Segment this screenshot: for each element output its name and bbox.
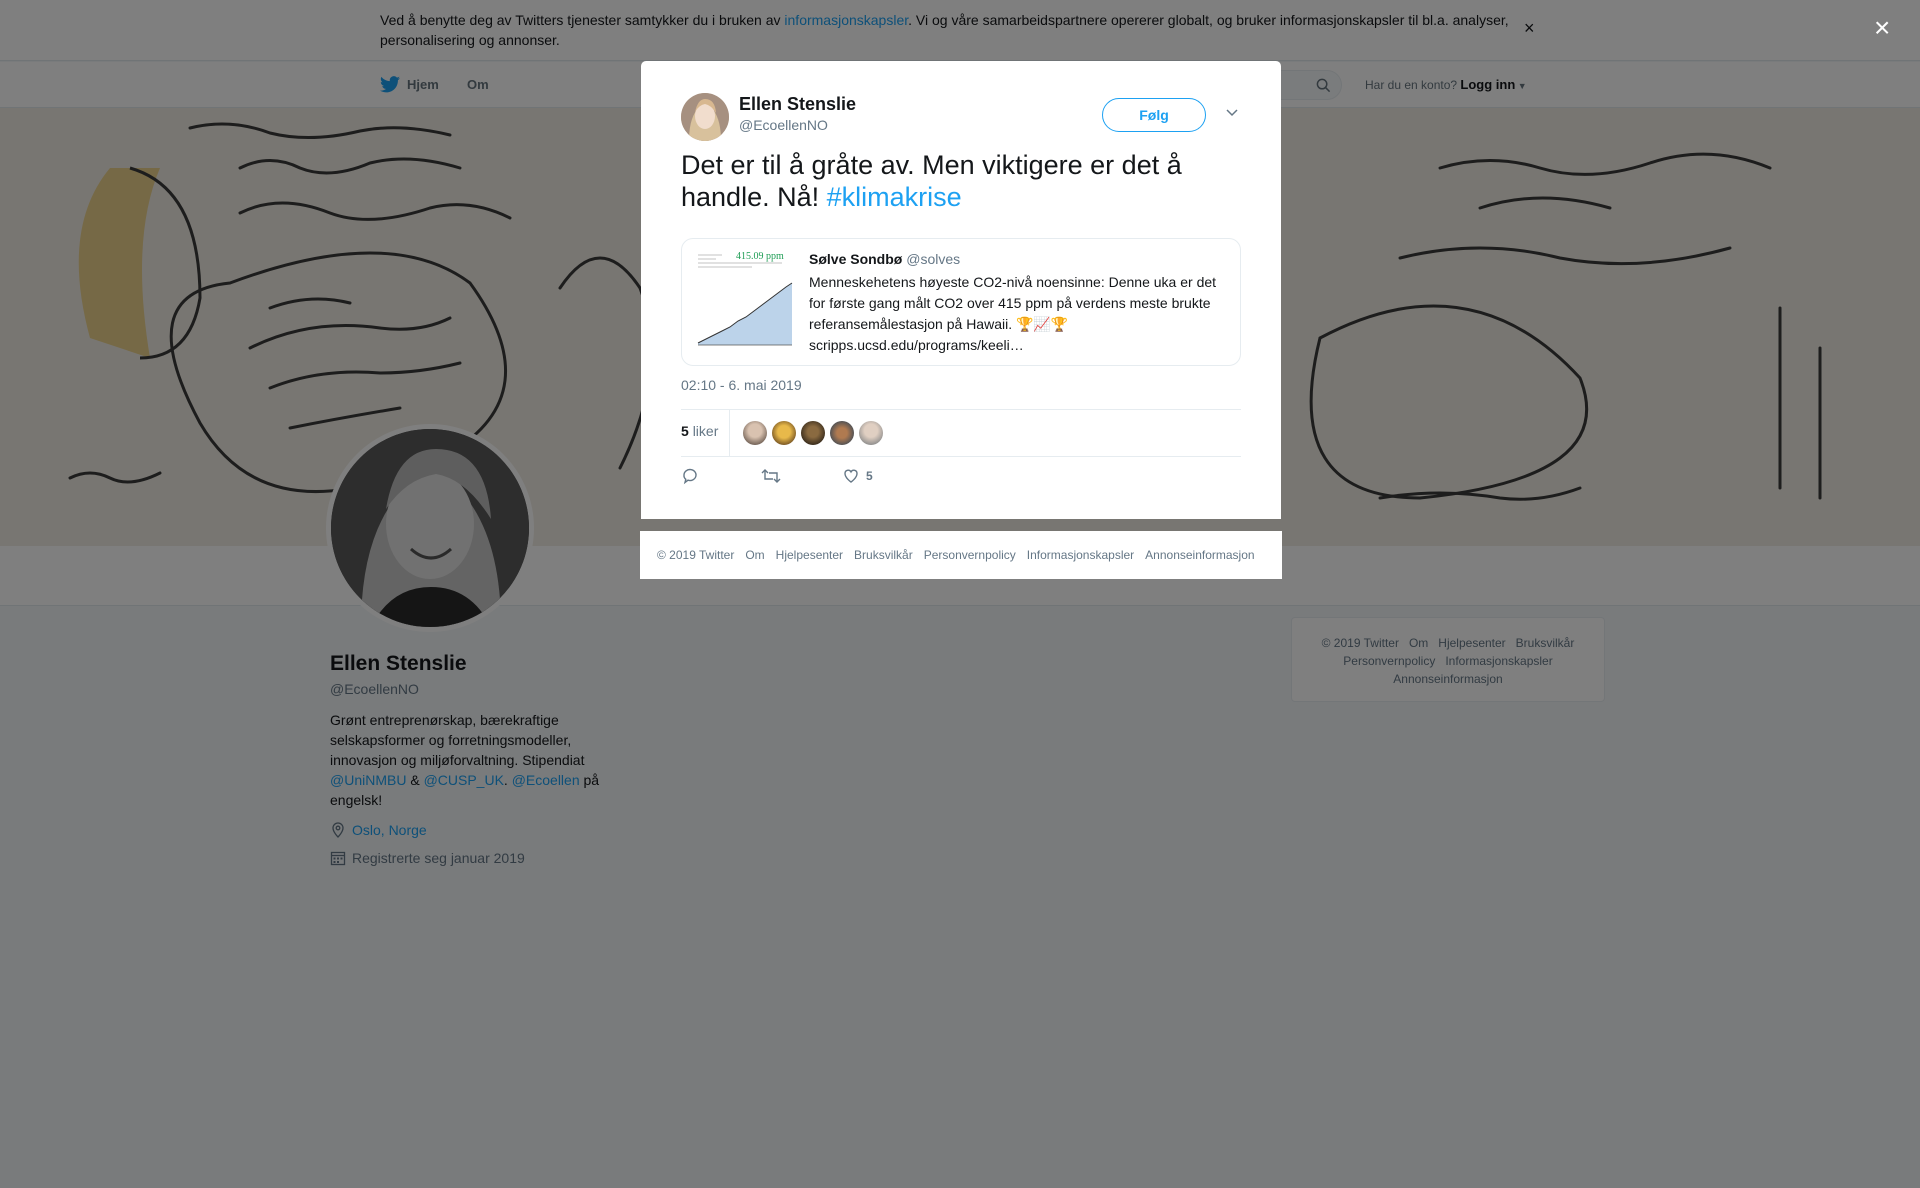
follow-button[interactable]: Følg <box>1102 98 1206 132</box>
chevron-down-icon[interactable] <box>1225 105 1239 119</box>
footer-link[interactable]: Informasjonskapsler <box>1027 548 1134 562</box>
tweet-modal: Ellen Stenslie @EcoellenNO Følg Det er t… <box>641 61 1281 519</box>
tweet-timestamp[interactable]: 02:10 - 6. mai 2019 <box>681 377 802 393</box>
quoted-tweet-image: 415.09 ppm <box>692 249 798 355</box>
close-modal-button[interactable]: × <box>1874 12 1890 44</box>
like-count: 5 <box>866 469 873 483</box>
chart-value-label: 415.09 ppm <box>736 251 784 262</box>
quoted-tweet-author: Sølve Sondbø @solves <box>809 251 961 267</box>
footer-link[interactable]: Annonseinformasjon <box>1145 548 1254 562</box>
retweet-button[interactable] <box>761 467 781 485</box>
tweet-author-name[interactable]: Ellen Stenslie <box>739 94 856 115</box>
quoted-tweet-text: Menneskehetens høyeste CO2-nivå noensinn… <box>809 274 1217 353</box>
tweet-text: Det er til å gråte av. Men viktigere er … <box>681 150 1182 212</box>
likers-list <box>729 410 883 456</box>
footer-link[interactable]: Bruksvilkår <box>854 548 913 562</box>
reply-button[interactable] <box>681 467 699 485</box>
retweet-icon <box>761 469 781 483</box>
tweet-author-avatar[interactable] <box>681 93 729 141</box>
tweet-author-handle[interactable]: @EcoellenNO <box>739 117 828 133</box>
liker-avatar[interactable] <box>859 421 883 445</box>
likes-count-link[interactable]: 5 liker <box>681 423 718 439</box>
like-button[interactable]: 5 <box>842 467 873 485</box>
hashtag-link[interactable]: #klimakrise <box>827 182 962 212</box>
heart-icon <box>844 469 858 483</box>
footer-link[interactable]: © 2019 Twitter <box>657 548 734 562</box>
modal-footer: © 2019 Twitter Om Hjelpesenter Bruksvilk… <box>640 531 1282 579</box>
footer-link[interactable]: Hjelpesenter <box>776 548 843 562</box>
footer-link[interactable]: Personvernpolicy <box>924 548 1016 562</box>
quoted-tweet[interactable]: 415.09 ppm Sølve Sondbø @solves Menneske… <box>681 238 1241 366</box>
tweet-actions: 5 <box>681 467 981 497</box>
liker-avatar[interactable] <box>772 421 796 445</box>
liker-avatar[interactable] <box>830 421 854 445</box>
liker-avatar[interactable] <box>743 421 767 445</box>
reply-icon <box>683 468 697 485</box>
footer-link[interactable]: Om <box>745 548 764 562</box>
quoted-tweet-handle: @solves <box>906 251 961 267</box>
tweet-stats: 5 liker <box>681 409 1241 457</box>
liker-avatar[interactable] <box>801 421 825 445</box>
